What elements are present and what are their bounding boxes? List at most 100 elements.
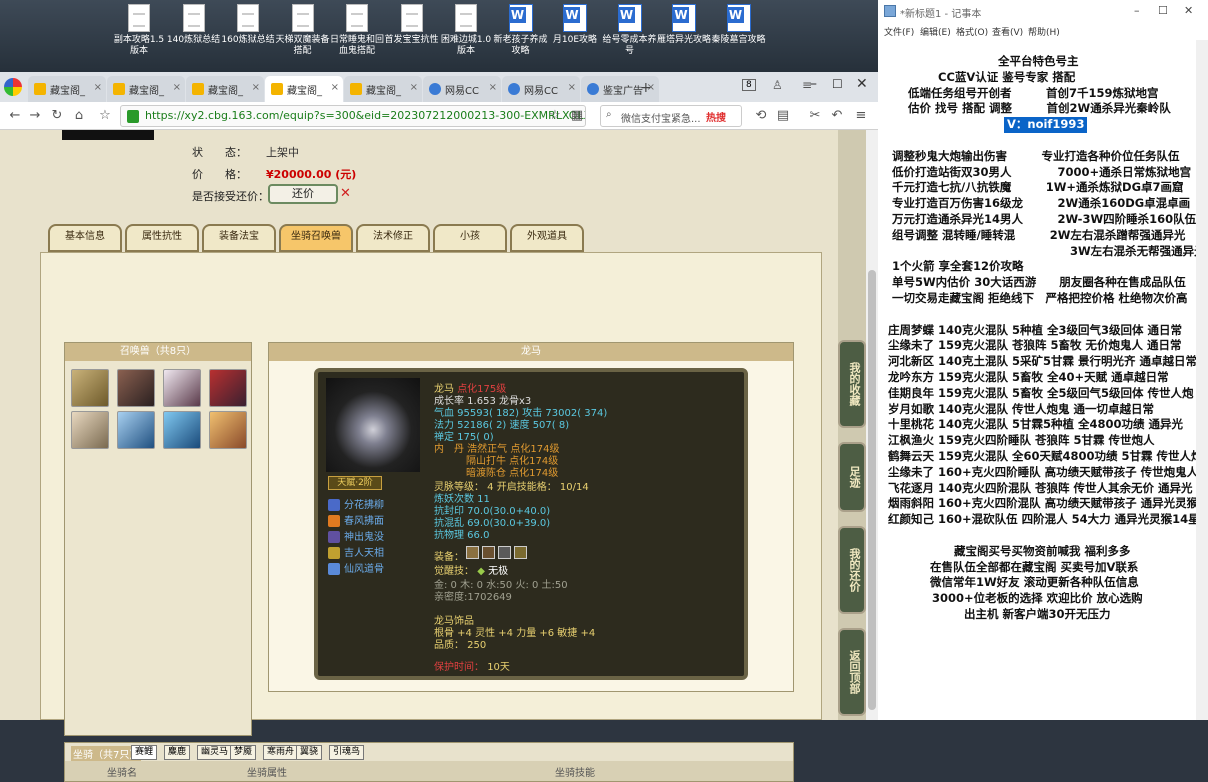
detail-tab[interactable]: 法术修正 (356, 224, 430, 252)
mount-tab[interactable]: 梦魇 (230, 745, 257, 760)
tab-close-icon[interactable]: × (568, 82, 576, 93)
mount-tab[interactable]: 麋鹿 (164, 745, 191, 760)
desktop-icon[interactable]: 雁塔异光攻略 (657, 4, 711, 70)
tab-close-icon[interactable]: × (252, 82, 260, 93)
skill-item[interactable]: 春风拂面 (328, 512, 384, 527)
notepad-scrollbar[interactable] (1196, 40, 1208, 720)
browser-tab[interactable]: 网易CC × (502, 76, 580, 102)
shirt-icon[interactable]: ♙ (772, 78, 783, 92)
pet-thumb-4[interactable] (209, 369, 247, 407)
page-scrollbar[interactable] (866, 130, 878, 720)
undo-icon[interactable]: ↶ (828, 107, 846, 125)
skill-item[interactable]: 仙风道骨 (328, 560, 384, 575)
url-input[interactable]: https://xy2.cbg.163.com/equip?s=300&eid=… (120, 105, 586, 127)
skill-icon (328, 515, 340, 527)
tab-close-icon[interactable]: × (489, 82, 497, 93)
skill-item[interactable]: 神出鬼没 (328, 528, 384, 543)
browser-tab[interactable]: 藏宝阁_ × (344, 76, 422, 102)
equip-slot-3[interactable] (498, 546, 511, 559)
maximize-button[interactable]: ☐ (832, 77, 843, 91)
home-icon[interactable]: ⌂ (70, 107, 88, 125)
mount-tab[interactable]: 寒雨舟 (263, 745, 299, 760)
detail-tab[interactable]: 装备法宝 (202, 224, 276, 252)
notepad-text-area[interactable]: 全平台特色号主 CC蓝V认证 鉴号专家 搭配 低端任务组号开创者 首创7千159炼狱… (878, 40, 1206, 720)
no-offer-icon: ✕ (340, 186, 351, 201)
pet-thumb-8[interactable] (209, 411, 247, 449)
close-window-button[interactable]: ✕ (856, 76, 868, 92)
tab-close-icon[interactable]: × (410, 82, 418, 93)
pet-thumb-7[interactable] (163, 411, 201, 449)
apps-icon[interactable]: ▤ (774, 107, 792, 125)
offer-button[interactable]: 还价 (268, 184, 338, 204)
mount-tab[interactable]: 翼骁 (296, 745, 323, 760)
detail-tab[interactable]: 外观道具 (510, 224, 584, 252)
back-to-top-button[interactable]: 返回顶部 (838, 628, 866, 716)
desktop-icon[interactable]: 天梯双魔装备搭配 (276, 4, 330, 70)
desktop-icon[interactable]: 秦陵墓宫攻略 (712, 4, 766, 70)
pet-thumb-3[interactable] (163, 369, 201, 407)
notepad-maximize-button[interactable]: ☐ (1158, 4, 1168, 17)
forward-icon[interactable]: → (26, 107, 44, 125)
skill-item[interactable]: 分花拂柳 (328, 496, 384, 511)
mount-tab[interactable]: 幽灵马 (197, 745, 233, 760)
footprint-button[interactable]: 足迹 (838, 442, 866, 512)
mount-tab[interactable]: 赛鲤 (131, 745, 158, 760)
desktop-icon[interactable]: 首发宝宝抗性 (385, 4, 439, 70)
scrollbar-thumb[interactable] (868, 270, 876, 710)
tab-close-icon[interactable]: × (331, 82, 339, 93)
detail-tab[interactable]: 属性抗性 (125, 224, 199, 252)
desktop-icon[interactable]: 160炼狱总结 (221, 4, 275, 70)
refresh-alt-icon[interactable]: ⟲ (752, 107, 770, 125)
notepad-line: 尘缘未了 159克火混队 苍狼阵 5畜牧 无价炮鬼人 通日常 (888, 338, 1182, 353)
desktop-icon[interactable]: 副本攻略1.5版本 (112, 4, 166, 70)
skill-item[interactable]: 吉人天相 (328, 544, 384, 559)
browser-tab[interactable]: 藏宝阁_ × (107, 76, 185, 102)
pet-thumb-5[interactable] (71, 411, 109, 449)
pet-thumb-1[interactable] (71, 369, 109, 407)
desktop-icon[interactable]: 日常睡鬼和回血鬼搭配 (330, 4, 384, 70)
equip-slot-4[interactable] (514, 546, 527, 559)
tab-count-badge[interactable]: 8 (742, 79, 756, 91)
notepad-menu-item[interactable]: 编辑(E) (920, 25, 951, 38)
tab-close-icon[interactable]: × (173, 82, 181, 93)
browser-tab[interactable]: 藏宝阁_ × (186, 76, 264, 102)
notepad-close-button[interactable]: ✕ (1184, 4, 1193, 17)
scissors-icon[interactable]: ✂ (806, 107, 824, 125)
notepad-menu-item[interactable]: 文件(F) (884, 25, 914, 38)
desktop-icon[interactable]: 给号零成本养号 (603, 4, 657, 70)
equip-slot-2[interactable] (482, 546, 495, 559)
tab-close-icon[interactable]: × (94, 82, 102, 93)
status-value: 上架中 (266, 146, 299, 159)
grid-icon[interactable]: ▦ (568, 107, 586, 125)
detail-tab[interactable]: 基本信息 (48, 224, 122, 252)
notepad-menu-item[interactable]: 格式(O) (956, 25, 988, 38)
notepad-menu-item[interactable]: 查看(V) (992, 25, 1023, 38)
browser-tab[interactable]: 藏宝阁_ × (28, 76, 106, 102)
desktop-icon[interactable]: 月10E攻略 (548, 4, 602, 70)
new-tab-button[interactable]: + (640, 80, 652, 96)
detail-tab[interactable]: 小孩 (433, 224, 507, 252)
star-icon[interactable]: ☆ (96, 107, 114, 125)
equip-slot-1[interactable] (466, 546, 479, 559)
desktop-icon[interactable]: 140炼狱总结 (167, 4, 221, 70)
notepad-line: 庄周梦蝶 140克火混队 5种植 全3级回气3级回体 通日常 (888, 322, 1183, 337)
skill-name: 分花拂柳 (344, 500, 384, 511)
browser-tab[interactable]: 网易CC × (423, 76, 501, 102)
reload-icon[interactable]: ↻ (48, 107, 66, 125)
desktop-icon[interactable]: 新老孩子养成攻略 (494, 4, 548, 70)
browser-tab[interactable]: 藏宝阁_ × (265, 76, 343, 102)
back-icon[interactable]: ← (6, 107, 24, 125)
hot-search-badge[interactable]: 热搜 (706, 109, 726, 124)
bookmark-icon[interactable]: ☆ (546, 107, 564, 125)
menu-lines-icon[interactable]: ≡ (852, 107, 870, 125)
minimize-button[interactable]: – (810, 76, 817, 92)
pet-thumb-6[interactable] (117, 411, 155, 449)
mount-tab[interactable]: 引魂鸟 (329, 745, 365, 760)
detail-tab[interactable]: 坐骑召唤兽 (279, 224, 353, 252)
my-offers-button[interactable]: 我的还价 (838, 526, 866, 614)
desktop-icon[interactable]: 困难边城1.0版本 (439, 4, 493, 70)
favorites-button[interactable]: 我的收藏 (838, 340, 866, 428)
notepad-menu-item[interactable]: 帮助(H) (1028, 25, 1060, 38)
pet-thumb-2[interactable] (117, 369, 155, 407)
notepad-minimize-button[interactable]: – (1134, 4, 1140, 17)
